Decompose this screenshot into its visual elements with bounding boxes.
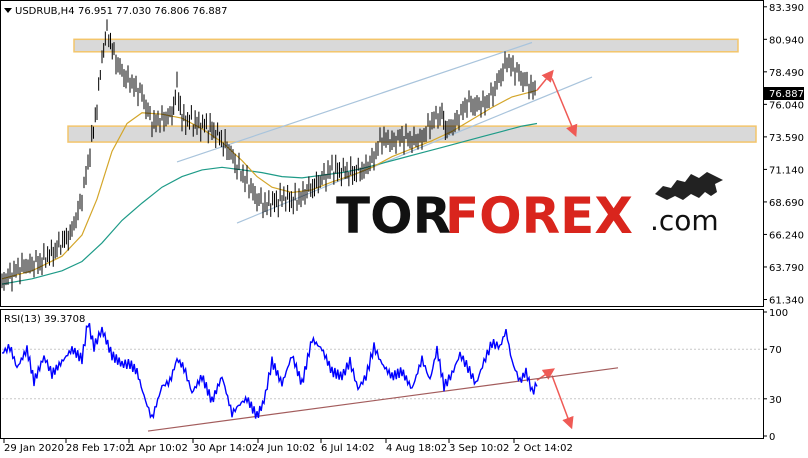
current-price-value: 76.887 xyxy=(769,89,804,100)
rsi-panel xyxy=(0,309,764,439)
time-tick-label: 4 Jun 10:02 xyxy=(258,443,315,454)
time-tick-label: 4 Aug 18:02 xyxy=(386,443,447,454)
time-axis: 29 Jan 2020 28 Feb 17:021 Apr 10:02 30 Apr… xyxy=(3,439,573,454)
price-tick-label: 61.340 xyxy=(769,295,804,306)
price-tick-label: 80.940 xyxy=(769,35,804,46)
rsi-tick-label: 30 xyxy=(769,395,782,406)
watermark-forex: FOREX xyxy=(445,187,633,245)
rsi-tick-label: 100 xyxy=(769,308,788,319)
chart-canvas: TOR FOREX .com 83.39080.94078.49076.0407… xyxy=(0,0,804,454)
current-price-label: 76.887 xyxy=(764,87,804,100)
price-tick-label: 83.390 xyxy=(769,3,804,14)
time-tick-label: 6 Jul 14:02 xyxy=(321,443,375,454)
rsi-tick-label: 70 xyxy=(769,345,782,356)
rsi-header: RSI(13) 39.3708 xyxy=(4,314,85,325)
time-tick-label: 30 Apr 14:02 xyxy=(193,443,258,454)
resistance-zone xyxy=(73,38,739,53)
ohlc-values: 76.951 77.030 76.806 76.887 xyxy=(78,6,228,17)
price-tick-label: 63.790 xyxy=(769,263,804,274)
rsi-axis: 100 70 30 0 xyxy=(763,308,788,443)
watermark-com: .com xyxy=(650,204,719,237)
price-tick-label: 71.140 xyxy=(769,165,804,176)
price-tick-label: 76.040 xyxy=(769,100,804,111)
rsi-tick-label: 0 xyxy=(769,432,775,443)
price-header: USDRUB,H4 76.951 77.030 76.806 76.887 xyxy=(4,6,228,17)
watermark-tor: TOR xyxy=(336,187,451,245)
price-axis: 83.390 80.940 78.490 76.040 73.590 71.140 68.6… xyxy=(763,3,804,306)
time-tick-label: 29 Jan 2020 xyxy=(4,443,64,454)
time-tick-label: 1 Apr 10:02 xyxy=(129,443,188,454)
price-tick-label: 68.690 xyxy=(769,198,804,209)
price-tick-label: 78.490 xyxy=(769,68,804,79)
price-tick-label: 73.590 xyxy=(769,133,804,144)
symbol-label: USDRUB,H4 xyxy=(15,6,75,17)
time-tick-label: 3 Sep 10:02 xyxy=(449,443,509,454)
time-tick-label: 2 Oct 14:02 xyxy=(514,443,573,454)
price-tick-label: 66.240 xyxy=(769,230,804,241)
time-tick-label: 28 Feb 17:02 xyxy=(66,443,132,454)
